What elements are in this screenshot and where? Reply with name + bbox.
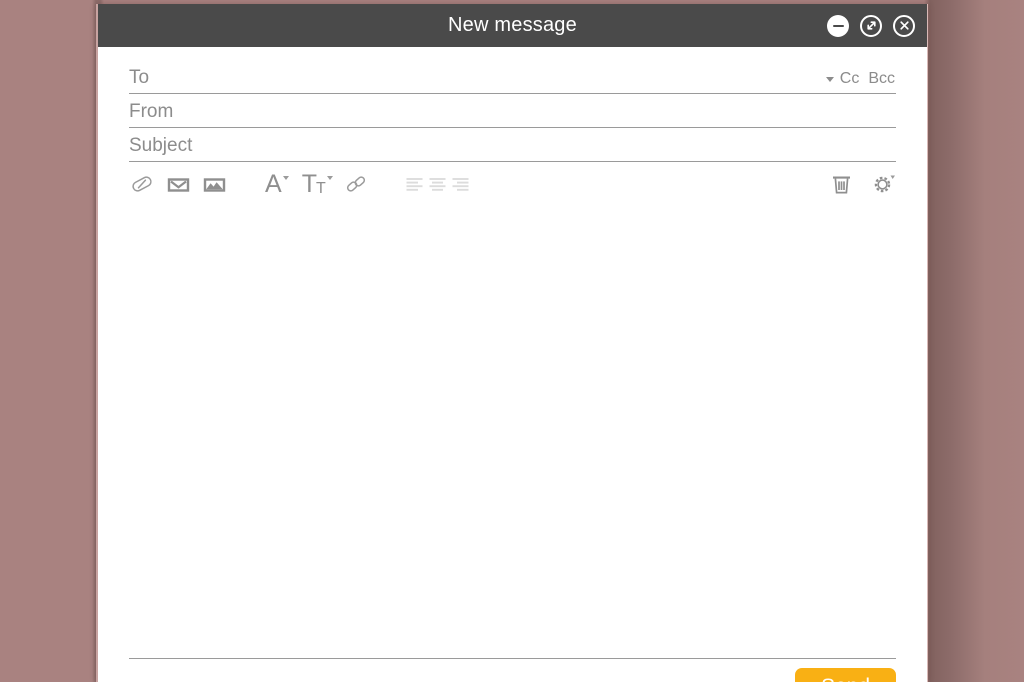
font-size-button[interactable]: T T — [301, 169, 333, 198]
subject-input[interactable]: Subject — [129, 136, 896, 161]
from-field-row[interactable]: From — [129, 94, 896, 128]
maximize-icon — [866, 21, 876, 30]
align-center-icon — [429, 177, 446, 191]
to-field-row[interactable]: To Cc Bcc — [129, 59, 896, 94]
close-icon — [899, 21, 909, 30]
chevron-down-icon — [326, 175, 333, 180]
window-title-bar[interactable]: New message — [98, 4, 927, 47]
discard-button[interactable] — [830, 172, 853, 197]
window-controls — [827, 14, 915, 37]
to-input[interactable]: To — [129, 68, 826, 93]
from-input[interactable]: From — [129, 102, 896, 127]
trash-icon — [833, 176, 850, 193]
bcc-toggle[interactable]: Bcc — [868, 71, 895, 87]
cc-toggle[interactable]: Cc — [840, 71, 860, 87]
compose-message-window: New message To Cc Bcc From Subject A T T — [96, 4, 928, 682]
font-size-sub-icon: T — [315, 179, 326, 197]
font-size-icon: T — [301, 169, 317, 198]
align-right-button[interactable] — [451, 175, 470, 194]
minimize-icon — [832, 24, 844, 27]
maximize-button[interactable] — [860, 14, 882, 37]
align-right-icon — [452, 177, 469, 191]
page-title: New message — [448, 14, 577, 36]
send-button[interactable]: Send — [794, 668, 896, 682]
attach-file-button[interactable] — [129, 171, 155, 197]
close-button[interactable] — [893, 14, 915, 37]
font-color-icon: A — [265, 169, 282, 198]
compose-footer: Send — [98, 659, 927, 682]
align-left-button[interactable] — [405, 175, 424, 194]
gear-icon — [874, 175, 895, 193]
compose-toolbar: A T T — [129, 162, 896, 206]
settings-button[interactable] — [870, 171, 896, 197]
desktop-background: New message To Cc Bcc From Subject A T T — [0, 0, 1024, 682]
envelope-icon — [167, 177, 190, 192]
recipient-fields: To Cc Bcc From Subject — [98, 47, 927, 162]
align-left-icon — [406, 177, 423, 191]
subject-field-row[interactable]: Subject — [129, 128, 896, 162]
chevron-down-icon — [282, 175, 289, 180]
attachment-tools — [129, 171, 227, 197]
font-color-button[interactable]: A — [265, 169, 289, 198]
format-tools: A T T — [265, 169, 367, 198]
image-icon — [203, 177, 226, 192]
cc-bcc-group: Cc Bcc — [825, 71, 896, 93]
chevron-down-icon[interactable] — [825, 77, 834, 82]
paperclip-icon — [132, 176, 152, 192]
minimize-button[interactable] — [827, 14, 849, 37]
alignment-tools — [405, 175, 470, 194]
toolbar-right-tools — [830, 171, 896, 197]
link-icon — [346, 176, 365, 192]
attach-email-button[interactable] — [166, 172, 191, 197]
insert-image-button[interactable] — [202, 172, 227, 197]
message-body-input[interactable] — [129, 206, 896, 658]
align-center-button[interactable] — [428, 175, 447, 194]
insert-link-button[interactable] — [345, 173, 367, 195]
